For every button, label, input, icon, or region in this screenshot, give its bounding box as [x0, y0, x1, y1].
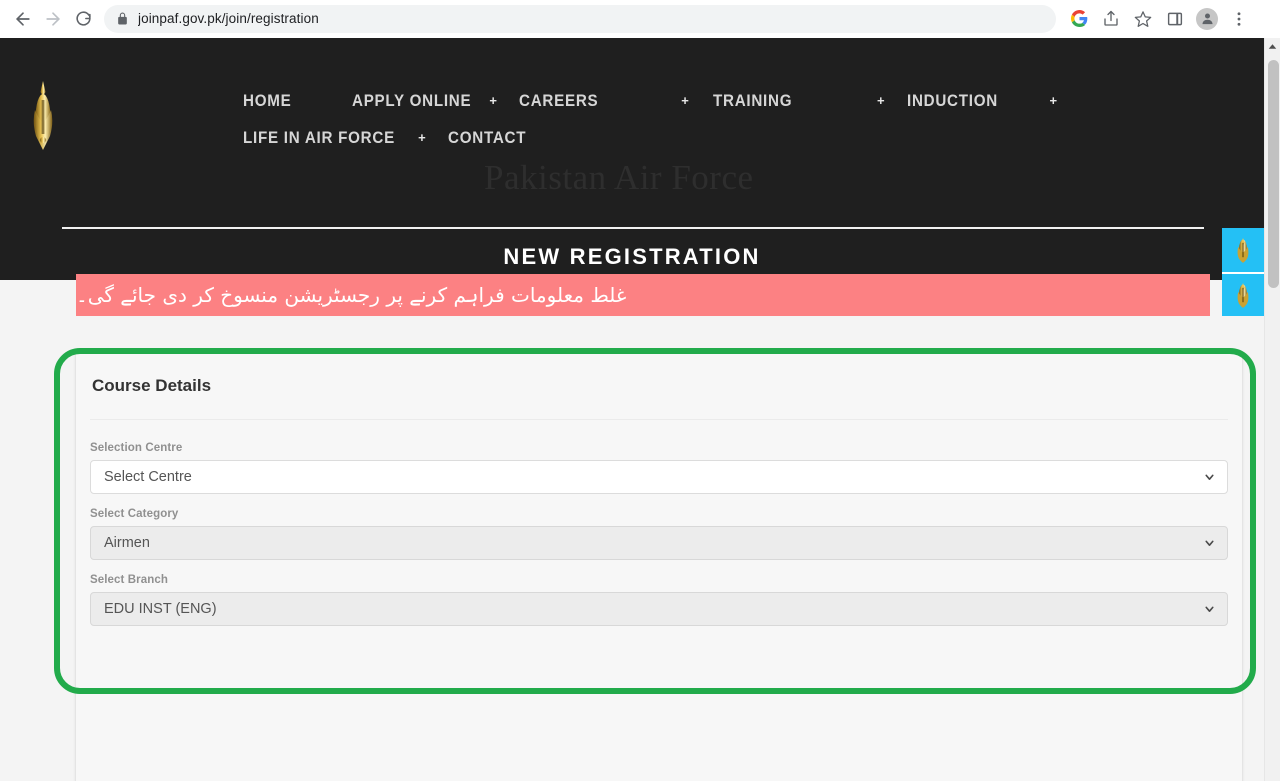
select-category-value: Airmen: [104, 535, 150, 551]
nav-item-induction[interactable]: INDUCTION: [907, 92, 998, 111]
scrollbar-thumb[interactable]: [1268, 60, 1279, 288]
nav-item-home[interactable]: HOME: [243, 92, 291, 111]
scroll-up-arrow-icon[interactable]: [1265, 38, 1280, 55]
nav-row-primary: HOME APPLY ONLINE + CAREERS + TRAINING +…: [243, 92, 1057, 111]
page-viewport: Pakistan Air Force HOME APPLY ONLINE + C…: [0, 38, 1264, 781]
nav-item-life-in-air-force[interactable]: LIFE IN AIR FORCE: [243, 129, 395, 148]
floating-side-widgets: [1222, 228, 1264, 316]
paf-emblem-widget-2[interactable]: [1222, 272, 1264, 316]
page-scrollbar[interactable]: [1264, 38, 1280, 781]
course-details-form: Selection Centre Select Centre Select Ca…: [76, 420, 1242, 626]
label-select-category: Select Category: [90, 508, 179, 520]
profile-avatar-icon[interactable]: [1192, 4, 1222, 34]
header-divider: [62, 227, 1204, 229]
field-selection-centre: Selection Centre Select Centre: [90, 442, 1228, 494]
back-button[interactable]: [8, 4, 38, 34]
more-menu-icon[interactable]: [1224, 4, 1254, 34]
paf-logo-icon[interactable]: [30, 80, 56, 154]
browser-action-icons: [1064, 4, 1254, 34]
address-bar[interactable]: joinpaf.gov.pk/join/registration: [104, 4, 1056, 33]
field-select-branch: Select Branch EDU INST (ENG): [90, 574, 1228, 626]
select-branch-select[interactable]: EDU INST (ENG): [90, 592, 1228, 626]
nav-item-apply-online[interactable]: APPLY ONLINE: [352, 92, 471, 111]
label-selection-centre: Selection Centre: [90, 442, 183, 454]
reload-button[interactable]: [68, 4, 98, 34]
chevron-down-icon: [1203, 537, 1216, 550]
share-icon[interactable]: [1096, 4, 1126, 34]
nav-plus-induction[interactable]: +: [1050, 94, 1058, 107]
site-watermark: Pakistan Air Force: [484, 158, 754, 197]
chevron-down-icon: [1203, 471, 1216, 484]
nav-item-careers[interactable]: CAREERS: [519, 92, 598, 111]
chevron-down-icon: [1203, 603, 1216, 616]
nav-plus-apply-online[interactable]: +: [489, 94, 497, 107]
main-navigation: HOME APPLY ONLINE + CAREERS + TRAINING +…: [243, 92, 1057, 148]
nav-plus-training[interactable]: +: [877, 94, 885, 107]
nav-row-secondary: LIFE IN AIR FORCE + CONTACT: [243, 129, 1023, 148]
avatar: [1196, 7, 1218, 30]
label-select-branch: Select Branch: [90, 574, 168, 586]
lock-icon: [116, 12, 129, 25]
warning-banner: غلط معلومات فراہم کرنے پر رجسٹریشن منسوخ…: [76, 274, 1210, 316]
select-category-select[interactable]: Airmen: [90, 526, 1228, 560]
field-select-category: Select Category Airmen: [90, 508, 1228, 560]
url-text: joinpaf.gov.pk/join/registration: [138, 11, 319, 26]
side-panel-icon[interactable]: [1160, 4, 1190, 34]
nav-item-contact[interactable]: CONTACT: [448, 129, 526, 148]
course-details-card: Course Details Selection Centre Select C…: [76, 352, 1242, 781]
nav-item-training[interactable]: TRAINING: [713, 92, 792, 111]
select-branch-value: EDU INST (ENG): [104, 601, 217, 617]
paf-emblem-widget-1[interactable]: [1222, 228, 1264, 272]
selection-centre-select[interactable]: Select Centre: [90, 460, 1228, 494]
course-details-heading: Course Details: [92, 376, 212, 395]
forward-button[interactable]: [38, 4, 68, 34]
nav-plus-life-in-air-force[interactable]: +: [418, 131, 426, 144]
selection-centre-value: Select Centre: [104, 469, 192, 485]
site-header: Pakistan Air Force HOME APPLY ONLINE + C…: [0, 38, 1264, 242]
browser-toolbar: joinpaf.gov.pk/join/registration: [0, 0, 1280, 38]
google-icon[interactable]: [1064, 4, 1094, 34]
nav-plus-careers[interactable]: +: [681, 94, 689, 107]
bookmark-star-icon[interactable]: [1128, 4, 1158, 34]
